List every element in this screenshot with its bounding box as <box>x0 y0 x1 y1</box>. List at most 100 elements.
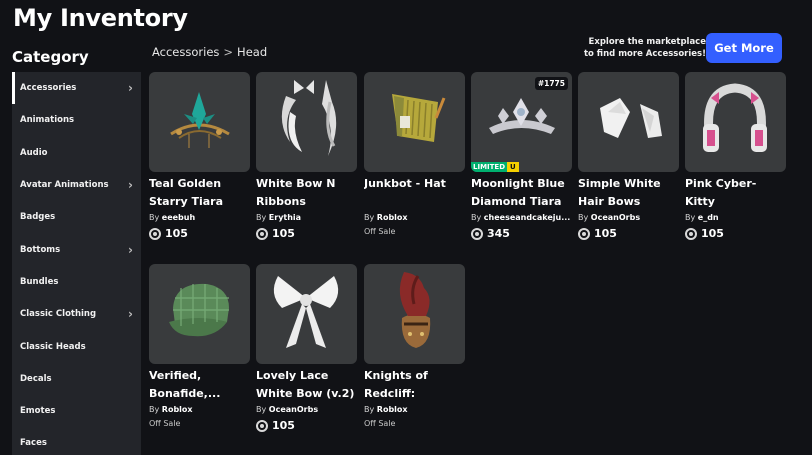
get-more-button[interactable]: Get More <box>706 33 782 63</box>
item-thumbnail[interactable] <box>364 72 465 172</box>
item-thumbnail[interactable] <box>685 72 786 172</box>
off-sale-label: Off Sale <box>364 227 396 236</box>
cyber-headphones-icon <box>703 83 767 152</box>
item-price: 105 <box>256 419 357 432</box>
breadcrumb-separator: > <box>223 45 234 59</box>
creator-link[interactable]: eeebuh <box>162 213 195 222</box>
by-label: By <box>149 213 160 222</box>
sidebar-item-classic-clothing[interactable]: Classic Clothing › <box>12 298 141 330</box>
sidebar-item-badges[interactable]: Badges <box>12 201 141 233</box>
item-creator: By OceanOrbs <box>578 212 679 224</box>
item-thumbnail[interactable] <box>149 72 250 172</box>
by-label: By <box>256 405 267 414</box>
lace-bow-icon <box>273 276 339 348</box>
robux-icon <box>685 227 697 240</box>
by-label: By <box>149 405 160 414</box>
item-name[interactable]: Pink Cyber-Kitty Mecha... <box>685 175 786 210</box>
item-creator: By Roblox <box>149 404 250 416</box>
promo-line-2: to find more Accessories! <box>583 49 706 59</box>
page-title: My Inventory <box>13 4 188 32</box>
item-name[interactable]: Junkbot - Hat <box>364 175 465 210</box>
sidebar-item-label: Emotes <box>20 406 56 417</box>
sidebar-item-faces[interactable]: Faces <box>12 427 141 455</box>
item-thumbnail[interactable] <box>256 72 357 172</box>
robux-icon <box>471 227 483 240</box>
item-card[interactable]: Teal Golden Starry Tiara By eeebuh 105 <box>149 72 250 240</box>
by-label: By <box>364 213 375 222</box>
sidebar-item-label: Badges <box>20 212 56 223</box>
plaid-cap-icon <box>169 283 229 337</box>
promo-line-1: Explore the marketplace <box>588 37 706 47</box>
sidebar-item-accessories[interactable]: Accessories › <box>12 72 141 105</box>
creator-link[interactable]: OceanOrbs <box>269 405 318 414</box>
robux-icon <box>256 227 268 240</box>
sidebar-item-animations[interactable]: Animations <box>12 104 141 136</box>
creator-link[interactable]: Roblox <box>377 213 408 222</box>
item-name[interactable]: Teal Golden Starry Tiara <box>149 175 250 210</box>
sidebar-item-label: Avatar Animations <box>20 180 109 191</box>
breadcrumb: Accessories > Head <box>152 45 267 59</box>
breadcrumb-head: Head <box>237 45 268 59</box>
item-price: 345 <box>471 227 572 240</box>
breadcrumb-accessories[interactable]: Accessories <box>152 45 219 59</box>
item-name[interactable]: Lovely Lace White Bow (v.2) <box>256 367 357 402</box>
sidebar-item-avatar-animations[interactable]: Avatar Animations › <box>12 169 141 201</box>
item-name[interactable]: Knights of Redcliff: Paladi... <box>364 367 465 402</box>
item-card[interactable]: Pink Cyber-Kitty Mecha... By e_dn 105 <box>685 72 786 240</box>
item-creator: By Erythia <box>256 212 357 224</box>
price-value: 105 <box>272 227 295 240</box>
robux-icon <box>149 227 161 240</box>
marketplace-promo: Explore the marketplace to find more Acc… <box>584 36 706 60</box>
sidebar-item-classic-heads[interactable]: Classic Heads <box>12 330 141 362</box>
item-name[interactable]: White Bow N Ribbons <box>256 175 357 210</box>
creator-link[interactable]: cheeseandcakeju... <box>484 213 571 222</box>
sidebar-item-label: Bundles <box>20 276 59 287</box>
sidebar-item-bottoms[interactable]: Bottoms › <box>12 233 141 265</box>
creator-link[interactable]: Roblox <box>162 405 193 414</box>
sidebar-item-label: Audio <box>20 147 48 158</box>
sidebar-item-audio[interactable]: Audio <box>12 137 141 169</box>
off-sale-label: Off Sale <box>149 419 181 428</box>
by-label: By <box>685 213 696 222</box>
creator-link[interactable]: e_dn <box>698 213 719 222</box>
creator-link[interactable]: Roblox <box>377 405 408 414</box>
item-thumbnail[interactable] <box>578 72 679 172</box>
price-value: 105 <box>165 227 188 240</box>
chevron-right-icon: › <box>128 178 133 193</box>
sidebar-item-label: Animations <box>20 115 75 126</box>
item-card[interactable]: #1775 LIMITED U Moonlight Blue Diamond Tiar… <box>471 72 572 240</box>
sidebar-item-bundles[interactable]: Bundles <box>12 266 141 298</box>
item-creator: By OceanOrbs <box>256 404 357 416</box>
item-card[interactable]: Simple White Hair Bows By OceanOrbs 105 <box>578 72 679 240</box>
item-card[interactable]: White Bow N Ribbons By Erythia 105 <box>256 72 357 240</box>
limited-label: LIMITED <box>471 162 508 172</box>
category-sidebar: Accessories › Animations Audio Avatar Animat… <box>12 72 141 455</box>
sidebar-item-label: Classic Heads <box>20 341 86 352</box>
item-card[interactable]: Lovely Lace White Bow (v.2) By OceanOrbs 1… <box>256 264 357 432</box>
item-thumbnail[interactable]: #1775 LIMITED U <box>471 72 572 172</box>
sidebar-item-label: Decals <box>20 373 52 384</box>
creator-link[interactable]: OceanOrbs <box>591 213 640 222</box>
by-label: By <box>471 213 482 222</box>
sidebar-item-label: Faces <box>20 438 47 449</box>
sidebar-item-emotes[interactable]: Emotes <box>12 395 141 427</box>
sidebar-item-label: Bottoms <box>20 244 61 255</box>
item-card[interactable]: Junkbot - Hat By Roblox Off Sale <box>364 72 465 236</box>
item-name[interactable]: Simple White Hair Bows <box>578 175 679 210</box>
item-name[interactable]: Verified, Bonafide,... <box>149 367 250 402</box>
sidebar-item-decals[interactable]: Decals <box>12 363 141 395</box>
item-card[interactable]: Knights of Redcliff: Paladi... By Roblox O… <box>364 264 465 428</box>
price-value: 105 <box>701 227 724 240</box>
item-thumbnail[interactable] <box>149 264 250 364</box>
item-thumbnail[interactable] <box>256 264 357 364</box>
by-label: By <box>578 213 589 222</box>
item-creator: By Roblox <box>364 212 465 224</box>
by-label: By <box>364 405 375 414</box>
item-card[interactable]: Verified, Bonafide,... By Roblox Off Sale <box>149 264 250 428</box>
junkbot-hat-icon <box>392 94 446 142</box>
item-thumbnail[interactable] <box>364 264 465 364</box>
creator-link[interactable]: Erythia <box>269 213 301 222</box>
price-value: 105 <box>594 227 617 240</box>
ribbons-icon <box>281 80 337 156</box>
item-name[interactable]: Moonlight Blue Diamond Tiara <box>471 175 572 210</box>
